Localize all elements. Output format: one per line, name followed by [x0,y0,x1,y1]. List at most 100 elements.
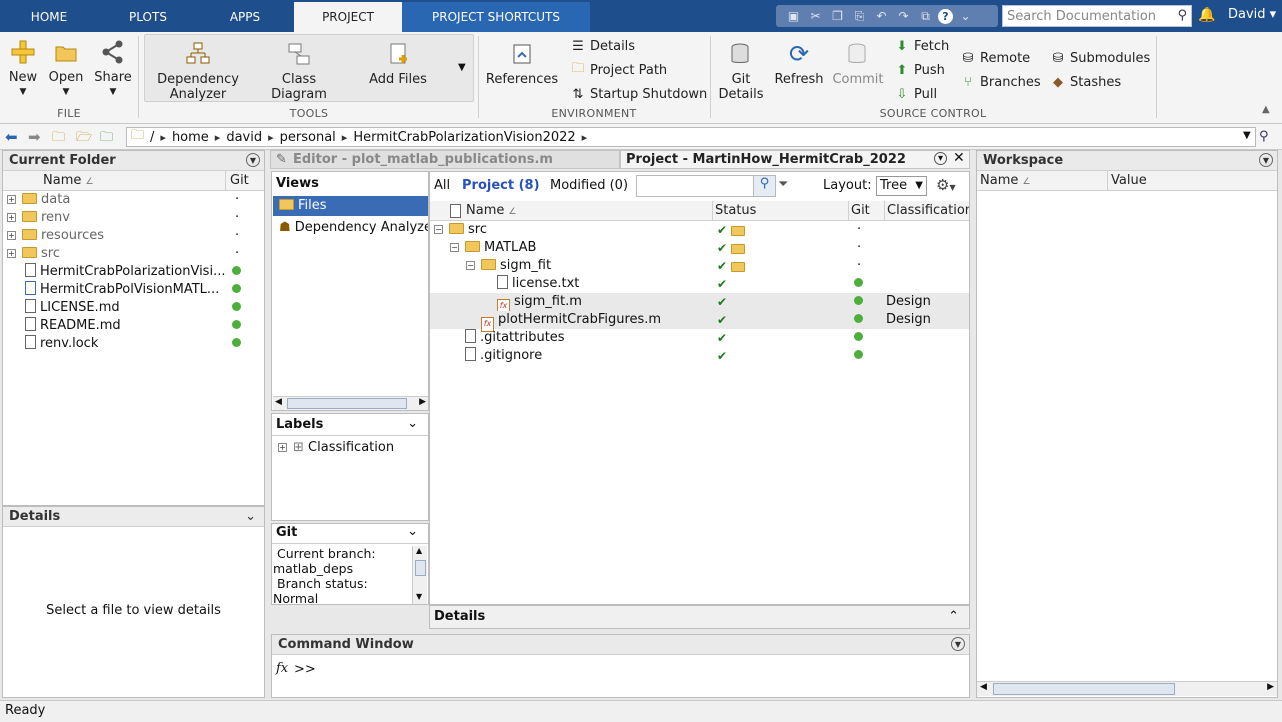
view-files[interactable]: Files [273,196,428,216]
path-history-dropdown-icon[interactable]: ▼ [1243,130,1251,141]
expand-icon[interactable]: + [7,249,16,258]
label-classification[interactable]: + ⊞ Classification [278,439,394,457]
browse-folder-icon[interactable]: 🗁 [76,128,92,150]
table-row[interactable]: − sigm_fit ✔ · [430,257,969,275]
table-row[interactable]: .gitattributes ✔ [430,329,969,347]
project-path-button[interactable]: 🗀 Project Path [570,60,667,80]
column-header-classification[interactable]: Classification [884,201,969,221]
list-item[interactable]: renv.lock [3,335,264,353]
collapse-toolstrip-icon[interactable]: ▲ [1262,104,1270,115]
submodules-button[interactable]: ⛁ Submodules [1050,48,1151,68]
workspace-horizontal-scrollbar[interactable]: ◀ ▶ [977,681,1277,696]
fetch-button[interactable]: ⬇ Fetch [894,36,950,56]
expand-icon[interactable]: + [278,443,287,452]
refresh-button[interactable]: ⟳ Refresh [772,40,826,88]
stashes-button[interactable]: ◆ Stashes [1050,72,1121,92]
save-icon[interactable]: ▣ [784,8,803,24]
class-diagram-button[interactable]: Class Diagram [264,40,334,102]
editor-tab[interactable]: ✎ Editor - plot_matlab_publications.m [270,150,620,169]
copy-icon[interactable]: ❐ [828,8,847,24]
list-item[interactable]: HermitCrabPolarizationVisi... [3,263,264,281]
breadcrumb-david[interactable]: david [226,130,262,145]
list-item[interactable]: README.md [3,317,264,335]
chevron-up-icon[interactable]: ⌃ [948,606,959,628]
breadcrumb-project[interactable]: HermitCrabPolarizationVision2022 [353,130,575,145]
gear-icon[interactable]: ⚙▼ [936,176,956,194]
git-vertical-scrollbar[interactable]: ▲ ▼ [412,546,427,604]
customize-dropdown-icon[interactable]: ⌄ [956,8,975,24]
push-button[interactable]: ⬆ Push [894,60,945,80]
filter-modified[interactable]: Modified (0) [550,178,628,193]
scroll-left-icon[interactable]: ◀ [980,682,987,692]
back-icon[interactable]: ⬅ [5,128,18,146]
search-folder-icon[interactable]: ⚲ [1259,129,1269,144]
column-header-value[interactable]: Value [1107,171,1277,191]
breadcrumb-home[interactable]: home [172,130,209,145]
scroll-up-icon[interactable]: ▲ [416,546,422,555]
up-folder-icon[interactable]: 🗀 [52,128,65,150]
list-item[interactable]: + renv · [3,209,264,227]
search-icon[interactable]: ⚲ [753,176,775,196]
list-item[interactable]: + resources · [3,227,264,245]
remote-button[interactable]: ⛁ Remote [960,48,1031,68]
startup-shutdown-button[interactable]: ⇅ Startup Shutdown [570,84,708,104]
cut-icon[interactable]: ✂ [806,8,825,24]
scroll-down-icon[interactable]: ▼ [416,592,422,601]
expand-icon[interactable]: + [7,213,16,222]
search-documentation-input[interactable]: Search Documentation ⚲ [1002,5,1192,27]
scroll-right-icon[interactable]: ▶ [1267,682,1274,692]
table-row[interactable]: license.txt ✔ [430,275,969,293]
breadcrumb-personal[interactable]: personal [280,130,336,145]
tab-apps[interactable]: APPS [210,2,280,32]
scroll-thumb[interactable] [287,398,407,409]
table-row[interactable]: − src ✔ · [430,221,969,239]
tab-project-shortcuts[interactable]: PROJECT SHORTCUTS [402,2,590,32]
chevron-down-icon[interactable]: ⌄ [407,524,418,539]
filter-project[interactable]: Project (8) [462,178,540,193]
collapse-icon[interactable]: − [450,243,459,252]
paste-icon[interactable]: ⎘ [850,8,869,24]
view-dependency-analyzer[interactable]: ☗ Dependency Analyzer [273,218,428,238]
list-item[interactable]: HermitCrabPolVisionMATL... [3,281,264,299]
column-header-git[interactable]: Git [225,171,264,191]
share-button[interactable]: Share ▼ [92,38,134,100]
table-row[interactable]: fx sigm_fit.m ✔ Design [430,293,969,314]
tab-project[interactable]: PROJECT [294,2,402,32]
scroll-thumb[interactable] [415,560,426,576]
project-menu-icon[interactable]: ▾ [934,152,947,165]
dependency-analyzer-button[interactable]: Dependency Analyzer [152,40,244,102]
add-files-button[interactable]: Add Files [364,40,432,87]
column-header-git[interactable]: Git [848,201,884,221]
column-header-name[interactable]: Name ∠ [3,171,225,191]
column-header-name[interactable]: Name ∠ [430,201,712,221]
tab-home[interactable]: HOME [14,2,84,32]
scroll-right-icon[interactable]: ▶ [419,397,426,407]
new-button[interactable]: New ▼ [6,38,40,100]
filter-all[interactable]: All [434,178,450,193]
views-horizontal-scrollbar[interactable]: ◀ ▶ [273,396,428,410]
table-row[interactable]: fx plotHermitCrabFigures.m ✔ Design [430,311,969,332]
pull-button[interactable]: ⇩ Pull [894,84,938,104]
table-row[interactable]: − MATLAB ✔ · [430,239,969,257]
notification-bell-icon[interactable]: 🔔 [1198,7,1215,23]
list-item[interactable]: + src · [3,245,264,263]
branches-button[interactable]: ⑂ Branches [960,72,1041,92]
command-input[interactable]: >> [294,662,964,682]
project-tab[interactable]: Project - MartinHow_HermitCrab_2022 [620,150,970,169]
open-button[interactable]: Open ▼ [46,38,86,100]
close-icon[interactable]: ✕ [953,150,965,166]
function-browser-icon[interactable]: fx [276,661,288,676]
breadcrumb-root[interactable]: / [150,130,154,145]
user-menu[interactable]: David ▾ [1228,7,1276,22]
redo-icon[interactable]: ↷ [894,8,913,24]
column-header-name[interactable]: Name ∠ [977,171,1107,191]
scroll-thumb[interactable] [993,683,1175,695]
chevron-down-icon[interactable]: ⌄ [407,416,418,431]
expand-icon[interactable]: + [7,231,16,240]
chevron-down-icon[interactable]: ⌄ [245,507,256,526]
list-item[interactable]: + data · [3,191,264,209]
path-field[interactable]: 🗀 / ▸ home ▸ david ▸ personal ▸ HermitCrabPo… [126,127,1256,147]
filter-icon[interactable]: ⏷ [778,177,788,192]
help-icon[interactable]: ? [938,8,953,24]
references-button[interactable]: References [484,40,560,87]
